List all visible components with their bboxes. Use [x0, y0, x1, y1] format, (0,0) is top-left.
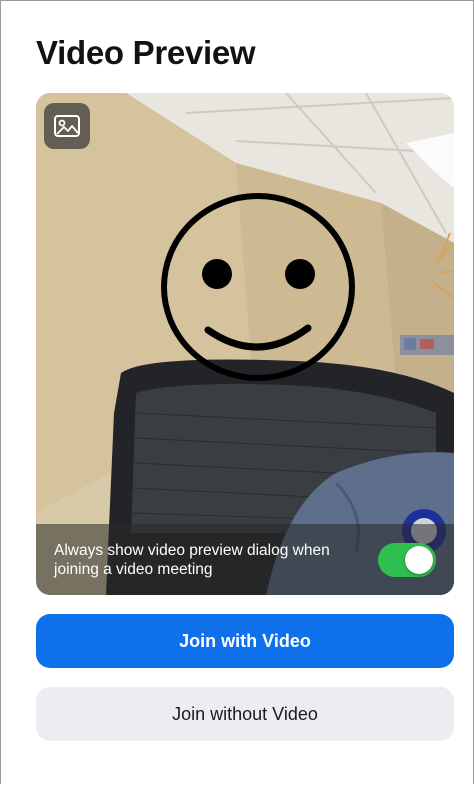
- video-preview: Always show video preview dialog when jo…: [36, 93, 454, 595]
- join-with-video-button[interactable]: Join with Video: [36, 614, 454, 668]
- page-title: Video Preview: [36, 34, 256, 71]
- virtual-background-button[interactable]: [44, 103, 90, 149]
- always-show-preview-label: Always show video preview dialog when jo…: [54, 542, 330, 578]
- toggle-knob: [405, 546, 433, 574]
- preview-settings-bar: Always show video preview dialog when jo…: [36, 524, 454, 595]
- always-show-preview-toggle[interactable]: [378, 543, 436, 577]
- image-icon: [54, 115, 80, 137]
- smiley-face-icon: [161, 193, 355, 381]
- video-preview-screen: Video Preview Always show video preview …: [0, 0, 474, 784]
- join-without-video-button[interactable]: Join without Video: [36, 687, 454, 741]
